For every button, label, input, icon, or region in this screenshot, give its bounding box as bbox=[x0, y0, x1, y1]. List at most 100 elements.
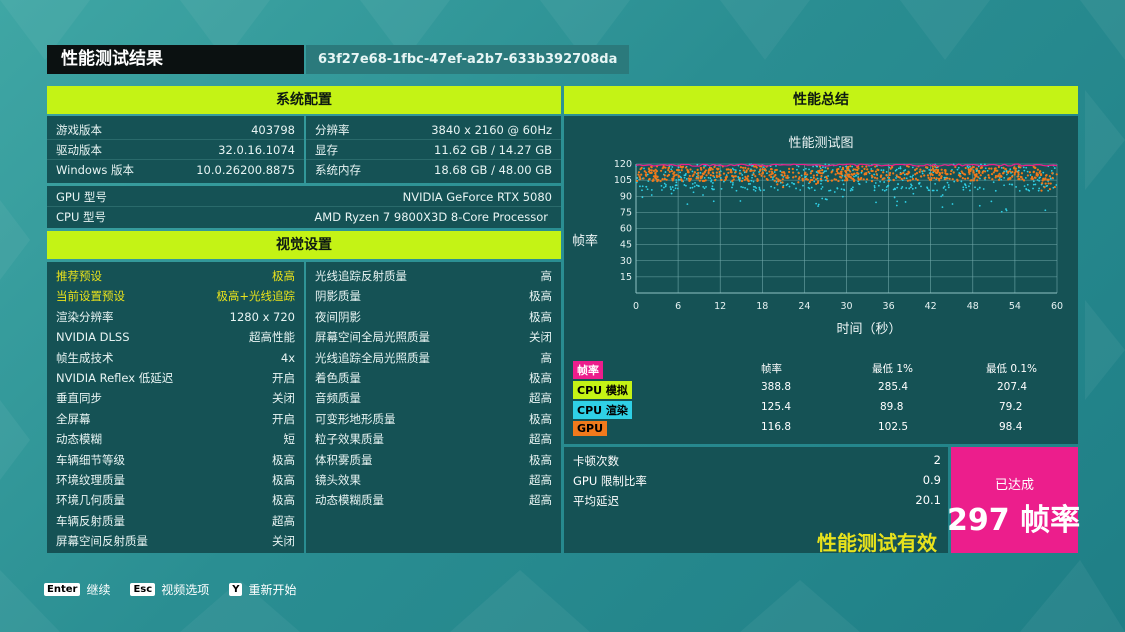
cpu-render-point bbox=[1005, 209, 1008, 212]
gpu-point bbox=[860, 169, 864, 173]
gpu-point bbox=[874, 165, 877, 168]
cpu-render-point bbox=[805, 175, 807, 178]
gpu-point bbox=[997, 165, 1000, 169]
gpu-point bbox=[806, 178, 810, 181]
gpu-point bbox=[847, 167, 850, 170]
gpu-point bbox=[781, 186, 785, 189]
cpu-render-point bbox=[808, 168, 810, 171]
restart-label: 重新开始 bbox=[248, 583, 297, 597]
gpu-point bbox=[687, 177, 690, 180]
cpu-render-point bbox=[685, 184, 687, 187]
gpu-point bbox=[776, 183, 779, 186]
cpu-render-point bbox=[712, 182, 714, 184]
cpu-render-point bbox=[670, 188, 672, 191]
x-tick-label: 42 bbox=[925, 301, 937, 312]
visual-setting-row: 光线追踪全局光照质量 高 bbox=[306, 348, 561, 368]
gpu-point bbox=[654, 175, 657, 178]
gpu-point bbox=[1014, 167, 1018, 170]
setting-value: 极高 bbox=[272, 493, 295, 508]
visual-setting-row: 环境纹理质量 极高 bbox=[47, 470, 304, 490]
cpu-render-point bbox=[940, 195, 943, 198]
gpu-point bbox=[838, 172, 841, 175]
setting-name: 屏幕空间全局光照质量 bbox=[315, 330, 430, 345]
gpu-point bbox=[651, 179, 654, 182]
cpu-render-point bbox=[650, 189, 653, 191]
cpu-render-point bbox=[946, 181, 949, 184]
cpu-render-point bbox=[775, 164, 777, 167]
gpu-point bbox=[999, 175, 1002, 178]
gpu-point bbox=[713, 165, 716, 169]
continue-label: 继续 bbox=[86, 583, 111, 597]
gpu-point bbox=[1004, 168, 1007, 171]
gpu-point bbox=[927, 176, 930, 179]
cpu-render-point bbox=[931, 189, 934, 192]
cpu-render-point bbox=[660, 184, 663, 187]
visual-setting-row: 动态模糊质量 超高 bbox=[306, 490, 561, 510]
cpu-render-point bbox=[912, 174, 914, 177]
y-tick-label: 45 bbox=[620, 240, 632, 251]
gpu-point bbox=[892, 172, 895, 175]
cpu-render-point bbox=[969, 189, 971, 192]
gpu-point bbox=[644, 173, 647, 176]
gpu-point bbox=[783, 174, 786, 177]
gpu-point bbox=[819, 177, 823, 181]
cpu-render-point bbox=[641, 185, 644, 188]
gpu-point bbox=[963, 173, 966, 176]
setting-value: 超高 bbox=[529, 473, 552, 487]
cpu-render-point bbox=[773, 186, 776, 189]
gpu-point bbox=[670, 170, 674, 173]
gpu-point bbox=[935, 177, 938, 180]
cpu-render-point bbox=[926, 186, 928, 189]
cpu-render-point bbox=[1037, 189, 1040, 192]
cpu-render-point bbox=[883, 181, 886, 183]
setting-value: 超高 bbox=[272, 513, 295, 528]
gpu-point bbox=[959, 175, 962, 178]
gpu-point bbox=[840, 176, 843, 179]
cpu-render-point bbox=[969, 165, 971, 168]
gpu-point bbox=[907, 170, 910, 173]
restart-action[interactable]: Y 重新开始 bbox=[229, 581, 296, 598]
gpu-point bbox=[705, 174, 708, 177]
gpu-point bbox=[972, 171, 975, 174]
cpu-render-point bbox=[742, 186, 744, 189]
continue-action[interactable]: Enter 继续 bbox=[44, 581, 110, 598]
gpu-point bbox=[696, 168, 699, 172]
gpu-point bbox=[650, 169, 653, 172]
legend-badge-gpu: GPU bbox=[573, 421, 608, 436]
legend-badge-cpu-render: CPU 渲染 bbox=[573, 401, 632, 419]
gpu-point bbox=[866, 168, 869, 171]
setting-name: 渲染分辨率 bbox=[56, 309, 114, 324]
cpu-render-point bbox=[897, 183, 899, 185]
gpu-point bbox=[768, 170, 771, 173]
gpu-point bbox=[712, 174, 715, 178]
x-tick-label: 0 bbox=[633, 301, 639, 312]
cpu-render-point bbox=[754, 189, 757, 192]
gpu-point bbox=[657, 178, 660, 181]
video-options-action[interactable]: Esc 视频选项 bbox=[130, 581, 209, 598]
setting-name: 阴影质量 bbox=[315, 289, 361, 304]
gpu-point bbox=[969, 179, 972, 182]
cpu-render-point bbox=[841, 179, 844, 182]
setting-name: 可变形地形质量 bbox=[315, 411, 396, 426]
gpu-point bbox=[754, 175, 757, 178]
gpu-point bbox=[863, 167, 866, 170]
setting-value: 极高 bbox=[529, 289, 552, 304]
gpu-point bbox=[844, 174, 847, 177]
gpu-point bbox=[993, 167, 996, 170]
gpu-point bbox=[888, 171, 892, 175]
gpu-point bbox=[675, 173, 678, 176]
cpu-render-point bbox=[881, 189, 884, 191]
gpu-point bbox=[888, 173, 891, 177]
cpu-render-point bbox=[892, 188, 895, 191]
gpu-point bbox=[718, 170, 721, 174]
gpu-point bbox=[876, 177, 879, 180]
legend-col-low1: 最低 1% bbox=[872, 363, 913, 375]
cpu-render-point bbox=[643, 167, 645, 170]
cpu-render-point bbox=[1025, 166, 1028, 169]
gpu-point bbox=[746, 175, 750, 178]
setting-name: 音频质量 bbox=[315, 391, 361, 406]
cpu-render-point bbox=[1055, 184, 1058, 186]
gpu-point bbox=[1017, 173, 1020, 176]
visual-setting-row: 帧生成技术 4x bbox=[47, 348, 304, 368]
setting-name: 镜头效果 bbox=[315, 473, 361, 487]
